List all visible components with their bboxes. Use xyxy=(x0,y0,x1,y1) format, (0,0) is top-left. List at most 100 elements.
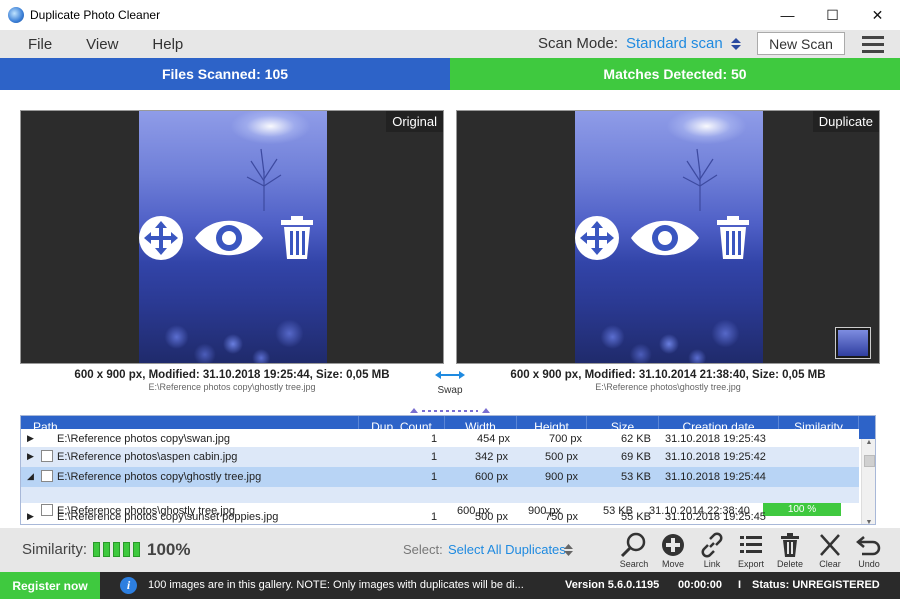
clear-button[interactable]: Clear xyxy=(810,532,850,569)
expand-arrow-icon[interactable]: ▶ xyxy=(27,433,34,444)
eye-icon[interactable] xyxy=(193,215,265,261)
updown-arrows-icon[interactable] xyxy=(731,38,741,50)
row-checkbox[interactable] xyxy=(41,450,53,462)
row-date: 31.10.2018 19:25:43 xyxy=(665,433,766,445)
move-icon[interactable] xyxy=(137,215,185,261)
info-icon: i xyxy=(120,577,137,594)
duplicate-preview: Duplicate xyxy=(456,110,880,364)
row-height: 900 px xyxy=(545,471,579,483)
panel-splitter[interactable] xyxy=(410,405,490,415)
select-label: Select: xyxy=(403,542,443,557)
menu-help[interactable]: Help xyxy=(152,36,183,53)
collapse-arrow-icon[interactable]: ◢ xyxy=(27,471,34,482)
row-height: 700 px xyxy=(549,433,583,445)
move-icon[interactable] xyxy=(573,215,621,261)
row-path: E:\Reference photos\aspen cabin.jpg xyxy=(57,451,238,463)
clear-label: Clear xyxy=(819,559,841,569)
duplicate-path: E:\Reference photos\ghostly tree.jpg xyxy=(595,382,741,392)
similarity-value: 100% xyxy=(147,540,191,559)
status-message: 100 images are in this gallery. NOTE: On… xyxy=(148,579,524,591)
table-row[interactable]: ▶ E:\Reference photos copy\swan.jpg 1 45… xyxy=(21,429,859,449)
move-button[interactable]: Move xyxy=(653,532,693,569)
trash-icon[interactable] xyxy=(713,215,753,261)
link-icon xyxy=(701,532,723,558)
undo-button[interactable]: Undo xyxy=(849,532,889,569)
row-dup-count: 1 xyxy=(431,471,438,483)
scan-mode-label: Scan Mode: xyxy=(538,35,619,52)
duplicate-tag: Duplicate xyxy=(812,111,879,132)
scan-mode-select[interactable]: Standard scan xyxy=(626,35,723,52)
title-bar: Duplicate Photo Cleaner — ☐ ✕ xyxy=(0,0,900,30)
original-path: E:\Reference photos copy\ghostly tree.jp… xyxy=(148,382,316,392)
delete-label: Delete xyxy=(776,559,803,569)
row-dup-count: 1 xyxy=(431,433,438,445)
duplicate-info: 600 x 900 px, Modified: 31.10.2014 21:38… xyxy=(510,369,826,381)
search-icon xyxy=(620,532,646,558)
row-path: E:\Reference photos copy\sunset poppies.… xyxy=(57,511,279,523)
original-info: 600 x 900 px, Modified: 31.10.2018 19:25… xyxy=(74,369,390,381)
table-row-selected[interactable]: ◢ E:\Reference photos copy\ghostly tree.… xyxy=(21,467,859,487)
row-size: 62 KB xyxy=(621,433,651,445)
hamburger-menu-icon[interactable] xyxy=(862,36,884,53)
similarity-label: Similarity: xyxy=(22,541,88,558)
new-scan-button[interactable]: New Scan xyxy=(757,32,845,55)
close-button[interactable]: ✕ xyxy=(855,0,900,30)
original-tag: Original xyxy=(386,111,443,132)
link-button[interactable]: Link xyxy=(692,532,732,569)
export-label: Export xyxy=(737,559,764,569)
row-path: E:\Reference photos copy\swan.jpg xyxy=(57,433,231,445)
row-date: 31.10.2018 19:25:45 xyxy=(665,511,766,523)
duplicate-thumbnail[interactable] xyxy=(835,327,871,359)
scrollbar-thumb[interactable] xyxy=(864,455,875,467)
row-size: 53 KB xyxy=(621,471,651,483)
row-size: 55 KB xyxy=(621,511,651,523)
elapsed-time: 00:00:00 xyxy=(678,579,723,591)
undo-label: Undo xyxy=(858,559,880,569)
minimize-button[interactable]: — xyxy=(765,0,810,30)
plus-circle-icon xyxy=(662,534,684,556)
registration-status: Status: UNREGISTERED xyxy=(752,579,880,591)
select-dropdown[interactable]: Select All Duplicates xyxy=(448,542,566,557)
files-scanned-count: Files Scanned: 105 xyxy=(0,58,450,90)
table-scrollbar[interactable]: ▲ ▼ xyxy=(861,439,875,524)
tree-shape xyxy=(246,148,282,211)
bottom-toolbar: Similarity: 100% Select: Select All Dupl… xyxy=(0,528,900,572)
search-button[interactable]: Search xyxy=(614,532,654,569)
original-preview: Original xyxy=(20,110,444,364)
delete-button[interactable]: Delete xyxy=(770,532,810,569)
expand-arrow-icon[interactable]: ▶ xyxy=(27,451,34,462)
row-width: 342 px xyxy=(475,451,509,463)
updown-arrows-icon[interactable] xyxy=(564,544,573,556)
menu-bar: File View Help Scan Mode: Standard scan … xyxy=(0,30,900,58)
table-row[interactable]: ▶ E:\Reference photos\aspen cabin.jpg 1 … xyxy=(21,447,859,467)
row-width: 600 px xyxy=(475,471,509,483)
row-dup-count: 1 xyxy=(431,511,438,523)
row-width: 454 px xyxy=(477,433,511,445)
matches-detected-count: Matches Detected: 50 xyxy=(450,58,900,90)
status-bar: Register now i 100 images are in this ga… xyxy=(0,572,900,599)
row-path: E:\Reference photos copy\ghostly tree.jp… xyxy=(57,471,262,483)
results-table: Path Dup. Count Width Height Size Creati… xyxy=(20,415,876,525)
menu-view[interactable]: View xyxy=(86,36,118,53)
row-width: 500 px xyxy=(475,511,509,523)
export-button[interactable]: Export xyxy=(731,532,771,569)
row-date: 31.10.2018 19:25:42 xyxy=(665,451,766,463)
expand-arrow-icon[interactable]: ▶ xyxy=(27,511,34,522)
maximize-button[interactable]: ☐ xyxy=(810,0,855,30)
trash-icon[interactable] xyxy=(277,215,317,261)
table-row[interactable]: ▶ E:\Reference photos copy\sunset poppie… xyxy=(21,507,859,524)
similarity-slider[interactable] xyxy=(93,542,140,557)
app-icon xyxy=(8,7,24,23)
version-text: Version 5.6.0.1195 xyxy=(565,579,660,591)
row-checkbox[interactable] xyxy=(41,470,53,482)
menu-file[interactable]: File xyxy=(28,36,52,53)
search-label: Search xyxy=(619,559,649,569)
close-icon xyxy=(820,534,840,556)
row-height: 750 px xyxy=(545,511,579,523)
eye-icon[interactable] xyxy=(629,215,701,261)
list-icon xyxy=(740,536,762,553)
tree-shape xyxy=(682,148,718,211)
window-title: Duplicate Photo Cleaner xyxy=(30,8,161,22)
register-now-button[interactable]: Register now xyxy=(0,572,100,599)
link-label: Link xyxy=(703,559,721,569)
